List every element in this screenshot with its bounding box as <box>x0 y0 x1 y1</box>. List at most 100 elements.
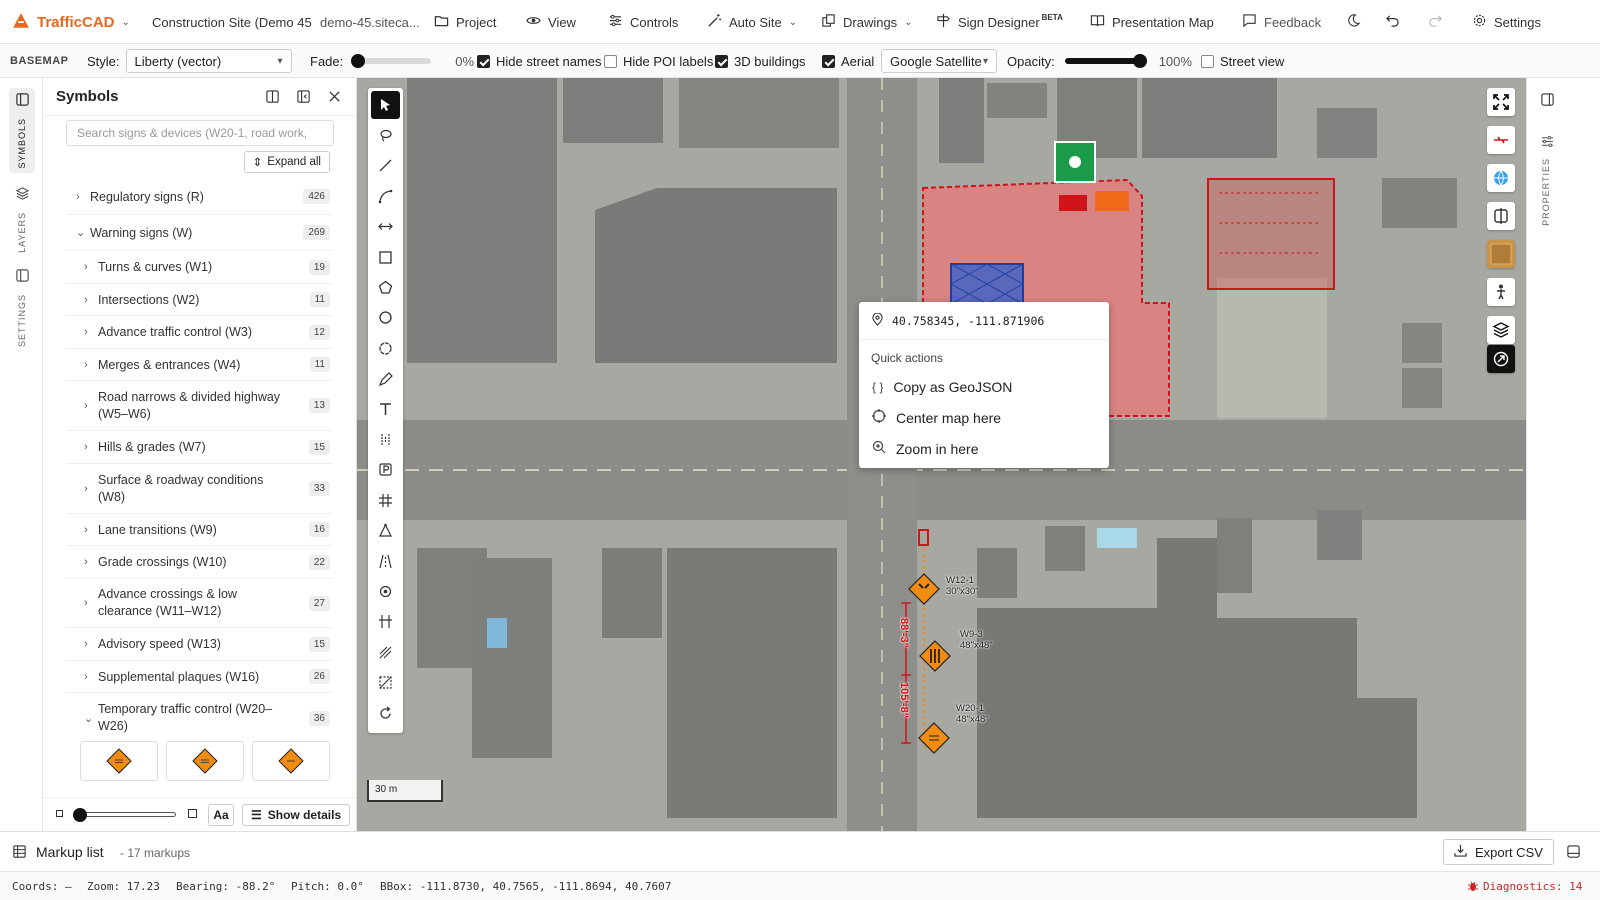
aerial-toggle[interactable]: Aerial <box>822 44 874 78</box>
style-select[interactable]: Liberty (vector) ▾ <box>125 49 292 73</box>
parking-zone[interactable] <box>1207 178 1335 290</box>
presentation-map-button[interactable]: Presentation Map <box>1090 0 1214 44</box>
text-toggle-button[interactable]: Aa <box>208 804 234 826</box>
route-button[interactable] <box>1487 345 1515 373</box>
sign-card[interactable] <box>80 741 158 781</box>
subcategory-w16[interactable]: › Supplemental plaques (W16) 26 <box>66 661 332 693</box>
lane-tool[interactable] <box>371 547 400 575</box>
target-tool[interactable] <box>371 577 400 605</box>
sign-card[interactable] <box>166 741 244 781</box>
site-marker[interactable] <box>1059 195 1087 211</box>
barrier-tool[interactable] <box>371 607 400 635</box>
feedback-button[interactable]: Feedback <box>1242 0 1321 44</box>
hide-poi-labels-checkbox[interactable] <box>604 54 617 68</box>
symbol-search-input[interactable]: Search signs & devices (W20-1, road work… <box>66 120 334 146</box>
lasso-tool[interactable] <box>371 121 400 149</box>
subcategory-w4[interactable]: › Merges & entrances (W4) 11 <box>66 349 332 381</box>
copy-geojson-action[interactable]: { } Copy as GeoJSON <box>859 371 1109 402</box>
hatch-tool[interactable] <box>371 638 400 666</box>
collapse-panel-icon[interactable] <box>296 89 311 108</box>
panel-toggle-icon[interactable] <box>1566 844 1581 862</box>
basemap-thumbnail-button[interactable] <box>1487 240 1515 268</box>
buildings-3d-toggle[interactable]: 3D buildings <box>715 44 806 78</box>
zoom-in-action[interactable]: Zoom in here <box>859 433 1109 464</box>
hide-poi-labels-toggle[interactable]: Hide POI labels <box>604 44 713 78</box>
subcategory-w10[interactable]: › Grade crossings (W10) 22 <box>66 546 332 579</box>
hide-street-names-checkbox[interactable] <box>477 54 490 68</box>
aerial-checkbox[interactable] <box>822 54 835 68</box>
street-view-toggle[interactable]: Street view <box>1201 44 1284 78</box>
undo-button[interactable] <box>1385 0 1400 44</box>
subcategory-w5-w6[interactable]: › Road narrows & divided highway (W5–W6)… <box>66 381 332 431</box>
pencil-tool[interactable] <box>371 365 400 393</box>
compare-button[interactable] <box>1487 202 1515 230</box>
area-select-tool[interactable] <box>371 668 400 696</box>
subcategory-w1[interactable]: › Turns & curves (W1) 19 <box>66 251 332 284</box>
fade-slider[interactable] <box>351 54 432 68</box>
crosswalk-tool[interactable] <box>371 486 400 514</box>
sign-designer-menu[interactable]: Sign Designer BETA <box>936 0 1063 44</box>
expand-all-button[interactable]: ⇕ Expand all <box>243 151 330 173</box>
placed-sign-w9-3[interactable] <box>918 639 952 673</box>
placed-sign-w12-1[interactable] <box>907 572 941 606</box>
category-regulatory[interactable]: › Regulatory signs (R) 426 <box>66 179 332 215</box>
sign-tool[interactable] <box>371 455 400 483</box>
export-csv-button[interactable]: Export CSV <box>1443 839 1554 865</box>
freeform-tool[interactable] <box>371 334 400 362</box>
show-details-button[interactable]: ☰ Show details <box>242 804 351 826</box>
buildings-3d-checkbox[interactable] <box>715 54 728 68</box>
subcategory-w3[interactable]: › Advance traffic control (W3) 12 <box>66 316 332 349</box>
pegman-button[interactable] <box>1487 278 1515 306</box>
site-marker[interactable] <box>1095 191 1129 211</box>
opacity-slider-knob[interactable] <box>1132 54 1147 68</box>
theme-toggle-button[interactable] <box>1346 0 1361 44</box>
diagnostics-button[interactable]: Diagnostics: 14 <box>1467 880 1582 895</box>
aerial-source-select[interactable]: Google Satellite ▾ <box>881 49 997 73</box>
rotate-tool[interactable] <box>371 699 400 727</box>
opacity-slider[interactable] <box>1064 54 1147 68</box>
brand-menu[interactable]: TrafficCAD ⌄ <box>12 0 130 44</box>
collapse-properties-icon[interactable] <box>1540 92 1555 110</box>
symbol-size-slider[interactable] <box>73 808 176 822</box>
symbol-size-knob[interactable] <box>73 808 87 822</box>
line-tool[interactable] <box>371 151 400 179</box>
callout-tool[interactable] <box>371 425 400 453</box>
tune-icon[interactable] <box>1540 134 1555 152</box>
subcategory-w13[interactable]: › Advisory speed (W13) 15 <box>66 628 332 661</box>
globe-button[interactable] <box>1487 164 1515 192</box>
hide-street-names-toggle[interactable]: Hide street names <box>477 44 602 78</box>
map-canvas[interactable]: 88'-3" 105'-8" W12-1 30"x30" W9-3 48"x48" … <box>357 78 1526 831</box>
redo-button[interactable] <box>1428 0 1443 44</box>
settings-button[interactable]: Settings <box>1472 0 1541 44</box>
project-menu[interactable]: Project <box>434 0 496 44</box>
rectangle-tool[interactable] <box>371 243 400 271</box>
subcategory-w20-w26[interactable]: ⌄ Temporary traffic control (W20–W26) 36 <box>66 693 332 743</box>
subcategory-w8[interactable]: › Surface & roadway conditions (W8) 33 <box>66 464 332 514</box>
controls-menu[interactable]: Controls <box>608 0 678 44</box>
tab-symbols[interactable]: SYMBOLS <box>9 88 35 173</box>
subcategory-w9[interactable]: › Lane transitions (W9) 16 <box>66 514 332 546</box>
layers-button[interactable] <box>1487 316 1515 344</box>
sign-card[interactable] <box>252 741 330 781</box>
subcategory-w11-w12[interactable]: › Advance crossings & low clearance (W11… <box>66 579 332 628</box>
auto-site-menu[interactable]: Auto Site ⌄ <box>707 0 797 44</box>
dock-panel-icon[interactable] <box>265 89 280 108</box>
compass-button[interactable] <box>1487 126 1515 154</box>
triangle-tool[interactable] <box>371 516 400 544</box>
measure-tool[interactable] <box>371 212 400 240</box>
category-warning[interactable]: ⌄ Warning signs (W) 269 <box>66 215 332 251</box>
tab-settings[interactable]: SETTINGS <box>9 268 35 347</box>
center-map-action[interactable]: Center map here <box>859 402 1109 433</box>
close-icon[interactable] <box>327 89 342 108</box>
street-view-checkbox[interactable] <box>1201 54 1214 68</box>
polygon-tool[interactable] <box>371 273 400 301</box>
circle-tool[interactable] <box>371 303 400 331</box>
view-menu[interactable]: View <box>526 0 576 44</box>
tab-layers[interactable]: LAYERS <box>9 186 35 253</box>
fade-slider-knob[interactable] <box>351 54 366 68</box>
select-tool[interactable] <box>371 91 400 119</box>
subcategory-w2[interactable]: › Intersections (W2) 11 <box>66 284 332 316</box>
placed-sign-w20-1[interactable] <box>917 721 951 755</box>
drawings-menu[interactable]: Drawings ⌄ <box>821 0 913 44</box>
curve-tool[interactable] <box>371 182 400 210</box>
